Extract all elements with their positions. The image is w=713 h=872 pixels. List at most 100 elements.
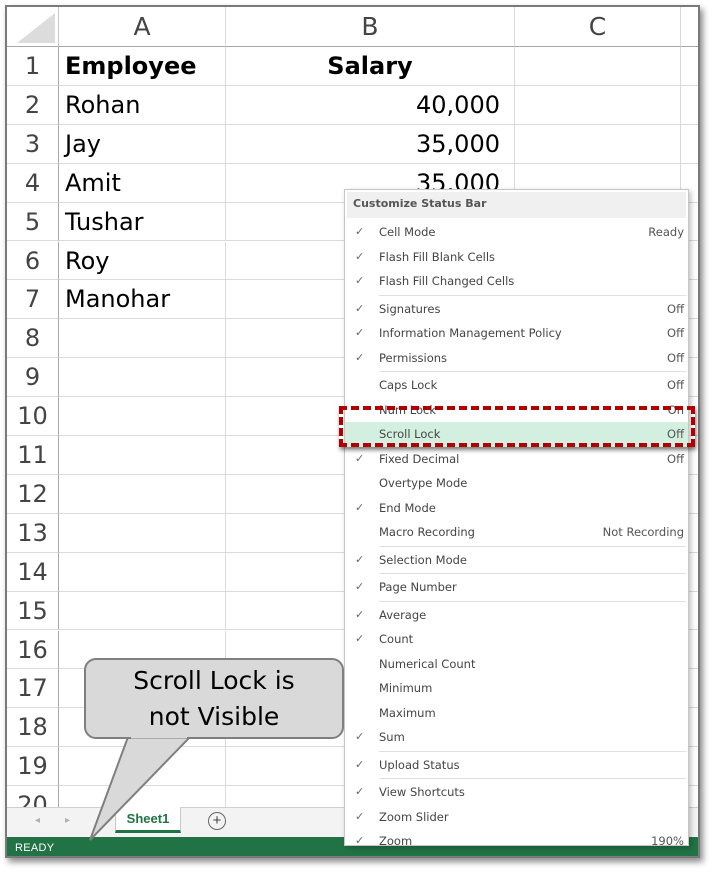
menu-item-page-number[interactable]: ✓ Page Number bbox=[345, 575, 688, 600]
row-header-19[interactable]: 19 bbox=[7, 747, 59, 787]
cell-a13[interactable] bbox=[59, 513, 226, 553]
cell-a7[interactable]: Manohar bbox=[59, 280, 226, 320]
menu-item-end-mode[interactable]: ✓ End Mode bbox=[345, 496, 688, 521]
sheet-tab-sheet1[interactable]: Sheet1 bbox=[115, 807, 181, 833]
menu-item-label: Information Management Policy bbox=[379, 326, 562, 340]
row-header-15[interactable]: 15 bbox=[7, 591, 59, 631]
menu-item-count[interactable]: ✓ Count bbox=[345, 627, 688, 652]
cell-a5[interactable]: Tushar bbox=[59, 202, 226, 242]
row-header-14[interactable]: 14 bbox=[7, 552, 59, 592]
menu-item-flash-fill-changed-cells[interactable]: ✓ Flash Fill Changed Cells bbox=[345, 269, 688, 294]
row-header-7[interactable]: 7 bbox=[7, 280, 59, 320]
menu-item-zoom[interactable]: ✓ Zoom 190% bbox=[345, 829, 688, 854]
row-header-9[interactable]: 9 bbox=[7, 358, 59, 398]
menu-item-label: Selection Mode bbox=[379, 552, 467, 567]
checkmark-icon: ✓ bbox=[355, 500, 365, 514]
row-header-4[interactable]: 4 bbox=[7, 163, 59, 203]
menu-item-scroll-lock[interactable]: Scroll Lock Off bbox=[345, 422, 688, 447]
menu-item-upload-status[interactable]: ✓ Upload Status bbox=[345, 753, 688, 778]
row-header-13[interactable]: 13 bbox=[7, 513, 59, 553]
column-header-d[interactable] bbox=[681, 7, 698, 47]
menu-item-value: Off bbox=[667, 427, 684, 441]
row-header-18[interactable]: 18 bbox=[7, 708, 59, 748]
cell-b2[interactable]: 40,000 bbox=[226, 85, 515, 125]
row-header-1[interactable]: 1 bbox=[7, 47, 59, 86]
select-all-button[interactable] bbox=[7, 7, 59, 47]
cell-a8[interactable] bbox=[59, 319, 226, 359]
menu-item-minimum[interactable]: Minimum bbox=[345, 676, 688, 701]
add-sheet-plus-icon[interactable]: + bbox=[208, 812, 226, 830]
menu-item-label: Maximum bbox=[379, 705, 436, 720]
row-header-10[interactable]: 10 bbox=[7, 397, 59, 436]
menu-separator bbox=[379, 545, 686, 547]
menu-item-label: Flash Fill Blank Cells bbox=[379, 249, 496, 264]
cell-a3[interactable]: Jay bbox=[59, 124, 226, 164]
row-header-12[interactable]: 12 bbox=[7, 474, 59, 514]
menu-item-information-management-policy[interactable]: ✓ Information Management Policy Off bbox=[345, 321, 688, 346]
column-header-b[interactable]: B bbox=[226, 7, 515, 47]
row-header-20[interactable]: 20 bbox=[7, 786, 59, 807]
menu-item-num-lock[interactable]: Num Lock On bbox=[345, 398, 688, 423]
menu-item-label: Numerical Count bbox=[379, 656, 476, 671]
scroll-tabs-right-icon[interactable]: ▸ bbox=[65, 815, 70, 826]
cell-a15[interactable] bbox=[59, 591, 226, 631]
column-header-a[interactable]: A bbox=[59, 7, 226, 47]
cell-a2[interactable]: Rohan bbox=[59, 85, 226, 125]
cell-a19[interactable] bbox=[59, 747, 226, 787]
menu-item-view-shortcuts[interactable]: ✓ View Shortcuts bbox=[345, 780, 688, 805]
cell-d2[interactable] bbox=[681, 86, 698, 125]
menu-item-label: Zoom bbox=[379, 834, 413, 848]
menu-item-numerical-count[interactable]: Numerical Count bbox=[345, 652, 688, 677]
cell-a12[interactable] bbox=[59, 474, 226, 514]
checkmark-icon: ✓ bbox=[355, 834, 365, 847]
checkmark-icon: ✓ bbox=[355, 607, 365, 621]
cell-a1[interactable]: Employee bbox=[59, 47, 226, 86]
menu-item-fixed-decimal[interactable]: ✓ Fixed Decimal Off bbox=[345, 447, 688, 472]
menu-item-selection-mode[interactable]: ✓ Selection Mode bbox=[345, 548, 688, 573]
cell-c1[interactable] bbox=[515, 47, 681, 86]
scroll-tabs-left-icon[interactable]: ◂ bbox=[35, 815, 40, 826]
menu-item-caps-lock[interactable]: Caps Lock Off bbox=[345, 373, 688, 398]
checkmark-icon: ✓ bbox=[355, 809, 365, 823]
cell-d3[interactable] bbox=[681, 125, 698, 164]
menu-item-label: Scroll Lock bbox=[379, 427, 441, 441]
cell-a20[interactable] bbox=[59, 786, 226, 807]
row-header-8[interactable]: 8 bbox=[7, 319, 59, 359]
menu-item-value: Off bbox=[667, 326, 684, 340]
row-header-11[interactable]: 11 bbox=[7, 436, 59, 475]
checkmark-icon: ✓ bbox=[355, 274, 365, 287]
menu-item-macro-recording[interactable]: Macro Recording Not Recording bbox=[345, 520, 688, 545]
row-header-17[interactable]: 17 bbox=[7, 669, 59, 709]
cell-a10[interactable] bbox=[59, 397, 226, 436]
cell-a11[interactable] bbox=[59, 436, 226, 475]
cell-c2[interactable] bbox=[515, 85, 681, 125]
menu-item-overtype-mode[interactable]: Overtype Mode bbox=[345, 471, 688, 496]
menu-item-permissions[interactable]: ✓ Permissions Off bbox=[345, 346, 688, 371]
row-header-6[interactable]: 6 bbox=[7, 241, 59, 281]
column-header-c[interactable]: C bbox=[515, 7, 681, 47]
menu-item-flash-fill-blank-cells[interactable]: ✓ Flash Fill Blank Cells bbox=[345, 245, 688, 270]
cell-b1[interactable]: Salary bbox=[226, 47, 515, 86]
row-header-5[interactable]: 5 bbox=[7, 202, 59, 242]
menu-item-label: End Mode bbox=[379, 500, 436, 515]
checkmark-icon: ✓ bbox=[355, 580, 365, 593]
row-header-16[interactable]: 16 bbox=[7, 630, 59, 670]
cell-d1[interactable] bbox=[681, 47, 698, 86]
cell-a4[interactable]: Amit bbox=[59, 163, 226, 203]
menu-item-label: View Shortcuts bbox=[379, 785, 465, 799]
cell-a9[interactable] bbox=[59, 358, 226, 398]
menu-item-sum[interactable]: ✓ Sum bbox=[345, 725, 688, 750]
menu-item-zoom-slider[interactable]: ✓ Zoom Slider bbox=[345, 805, 688, 830]
row-header-2[interactable]: 2 bbox=[7, 85, 59, 125]
cell-a14[interactable] bbox=[59, 552, 226, 592]
menu-item-label: Overtype Mode bbox=[379, 476, 468, 490]
menu-item-maximum[interactable]: Maximum bbox=[345, 701, 688, 726]
menu-item-cell-mode[interactable]: ✓ Cell Mode Ready bbox=[345, 220, 688, 245]
menu-item-average[interactable]: ✓ Average bbox=[345, 603, 688, 628]
cell-b3[interactable]: 35,000 bbox=[226, 124, 515, 164]
row-header-3[interactable]: 3 bbox=[7, 124, 59, 164]
checkmark-icon: ✓ bbox=[355, 451, 365, 465]
menu-item-signatures[interactable]: ✓ Signatures Off bbox=[345, 297, 688, 322]
cell-a6[interactable]: Roy bbox=[59, 241, 226, 281]
cell-c3[interactable] bbox=[515, 124, 681, 164]
